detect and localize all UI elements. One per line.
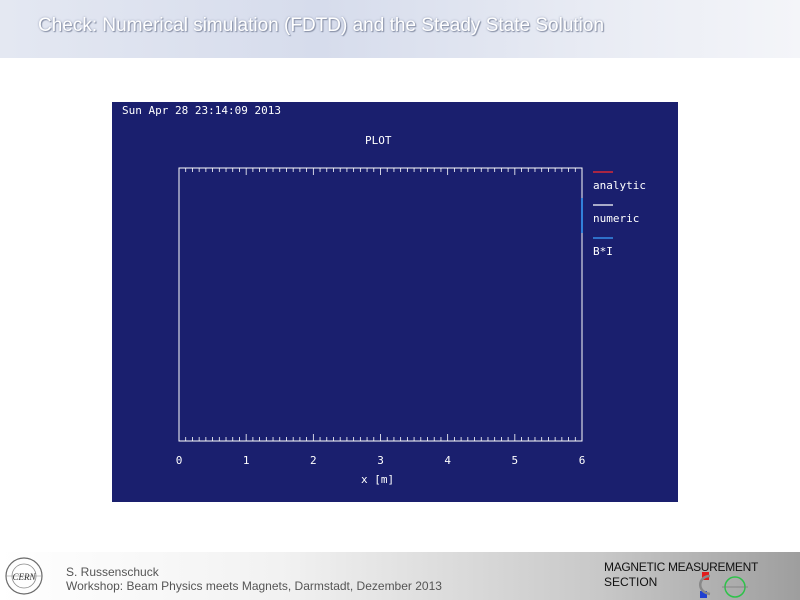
x-axis-label: x [m] xyxy=(361,473,394,486)
slide-title: Check: Numerical simulation (FDTD) and t… xyxy=(38,15,605,36)
plot-frame xyxy=(178,167,583,442)
plot-svg: Sun Apr 28 23:14:09 2013 PLOT 0 1 2 3 4 5 6 an… xyxy=(122,104,646,486)
x-tick-labels: 0 1 2 3 4 5 6 xyxy=(176,454,586,467)
cern-logo-text: CERN xyxy=(12,572,36,582)
tick-marks xyxy=(178,168,583,441)
legend-label: analytic xyxy=(593,179,646,192)
plot-panel: Sun Apr 28 23:14:09 2013 PLOT 0 1 2 3 4 5 6 an… xyxy=(112,102,678,502)
x-tick-label: 6 xyxy=(579,454,586,467)
x-tick-label: 5 xyxy=(512,454,519,467)
magnet-logo-icon xyxy=(699,572,748,598)
x-tick-label: 4 xyxy=(444,454,451,467)
legend-label: B*I xyxy=(593,245,613,258)
x-tick-label: 2 xyxy=(310,454,317,467)
x-tick-label: 0 xyxy=(176,454,183,467)
section-name-line2: SECTION xyxy=(604,575,658,589)
x-tick-label: 1 xyxy=(243,454,250,467)
legend-label: numeric xyxy=(593,212,639,225)
cern-logo-icon: CERN xyxy=(5,557,43,595)
legend: analytic numeric B*I xyxy=(581,171,646,258)
axes-frame xyxy=(178,167,583,442)
plot-timestamp: Sun Apr 28 23:14:09 2013 xyxy=(122,104,281,117)
chart-title: PLOT xyxy=(365,134,392,147)
footer-author: S. Russenschuck xyxy=(66,565,159,579)
x-tick-label: 3 xyxy=(377,454,384,467)
footer-workshop: Workshop: Beam Physics meets Magnets, Da… xyxy=(66,579,442,593)
